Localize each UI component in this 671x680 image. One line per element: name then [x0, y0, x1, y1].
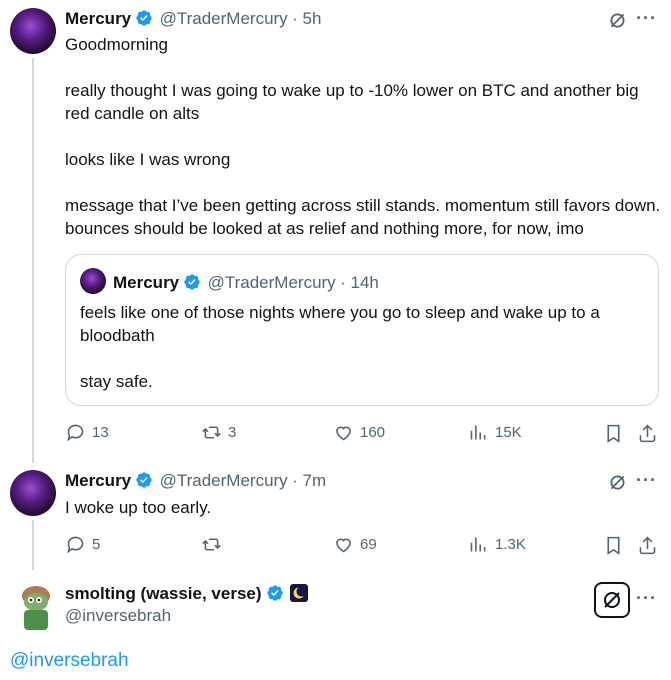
verified-badge-icon: [136, 10, 152, 26]
thread-line: [32, 520, 34, 570]
author-handle[interactable]: @TraderMercury: [160, 9, 288, 28]
quote-header: Mercury @TraderMercury · 14h: [113, 272, 379, 295]
more-options-icon[interactable]: ···: [636, 8, 657, 29]
quote-paragraph: stay safe.: [80, 372, 153, 391]
repost-count: 3: [228, 424, 237, 441]
repost-button[interactable]: 3: [201, 422, 236, 443]
like-button[interactable]: 160: [333, 422, 385, 443]
post-paragraph: really thought I was going to wake up to…: [65, 81, 639, 123]
views-count: 15K: [495, 424, 522, 441]
grok-icon[interactable]: [607, 472, 628, 498]
views-button[interactable]: 1.3K: [468, 534, 526, 555]
verified-badge-icon: [266, 585, 283, 601]
quote-text: feels like one of those nights where you…: [80, 301, 646, 393]
heart-icon: [336, 538, 351, 553]
post-time[interactable]: · 7m: [292, 471, 326, 490]
post-header: Mercury @TraderMercury · 7m: [65, 470, 326, 493]
reply-icon: [67, 424, 84, 442]
author-name[interactable]: Mercury: [65, 9, 131, 28]
like-button[interactable]: 69: [333, 534, 377, 555]
profile-header: smolting (wassie, verse): [65, 583, 308, 606]
post-paragraph: Goodmorning: [65, 35, 169, 54]
post-paragraph: looks like I was wrong: [65, 150, 231, 169]
bookmark-icon[interactable]: [603, 423, 624, 449]
grok-icon: [604, 592, 620, 608]
views-count: 1.3K: [495, 536, 526, 553]
quoted-post[interactable]: Mercury @TraderMercury · 14h feels like …: [65, 254, 659, 406]
post-text: Goodmorning really thought I was going t…: [65, 33, 663, 240]
verified-badge-icon: [184, 274, 200, 290]
verified-badge-icon: [136, 472, 152, 488]
quote-time: · 14h: [340, 273, 379, 292]
thread-line: [32, 58, 34, 463]
post-paragraph: message that I’ve been getting across st…: [65, 196, 661, 238]
author-name[interactable]: smolting (wassie, verse): [65, 584, 262, 603]
share-icon[interactable]: [637, 535, 658, 561]
avatar[interactable]: [12, 580, 56, 630]
avatar: [80, 268, 106, 294]
reply-button[interactable]: 13: [65, 422, 109, 443]
heart-icon: [336, 426, 351, 441]
author-name[interactable]: Mercury: [65, 471, 131, 490]
author-handle[interactable]: @inversebrah: [65, 606, 171, 626]
reply-button[interactable]: 5: [65, 534, 100, 555]
repost-icon: [202, 426, 221, 439]
mention-link[interactable]: @inversebrah: [10, 650, 129, 672]
like-count: 160: [360, 424, 386, 441]
more-options-icon[interactable]: ···: [636, 588, 657, 609]
grok-button[interactable]: [594, 582, 630, 618]
reply-count: 5: [92, 536, 101, 553]
reply-icon: [67, 536, 84, 554]
frog-avatar-icon: [22, 586, 50, 630]
moon-badge-icon: [289, 584, 308, 602]
more-options-icon[interactable]: ···: [636, 470, 657, 491]
repost-button[interactable]: [201, 534, 228, 555]
reply-count: 13: [92, 424, 109, 441]
quote-author-handle: @TraderMercury: [207, 273, 336, 292]
repost-icon: [202, 538, 221, 551]
views-chart-icon: [470, 425, 486, 440]
share-icon[interactable]: [637, 423, 658, 449]
post-text: I woke up too early.: [65, 498, 212, 517]
post-header: Mercury @TraderMercury · 5h: [65, 8, 321, 31]
post-time[interactable]: · 5h: [292, 9, 321, 28]
views-chart-icon: [470, 537, 486, 552]
like-count: 69: [360, 536, 377, 553]
avatar[interactable]: [10, 470, 56, 516]
views-button[interactable]: 15K: [468, 422, 522, 443]
bookmark-icon[interactable]: [603, 535, 624, 561]
author-handle[interactable]: @TraderMercury: [160, 471, 288, 490]
quote-author-name: Mercury: [113, 273, 180, 292]
quote-paragraph: feels like one of those nights where you…: [80, 303, 600, 345]
avatar[interactable]: [10, 8, 56, 54]
